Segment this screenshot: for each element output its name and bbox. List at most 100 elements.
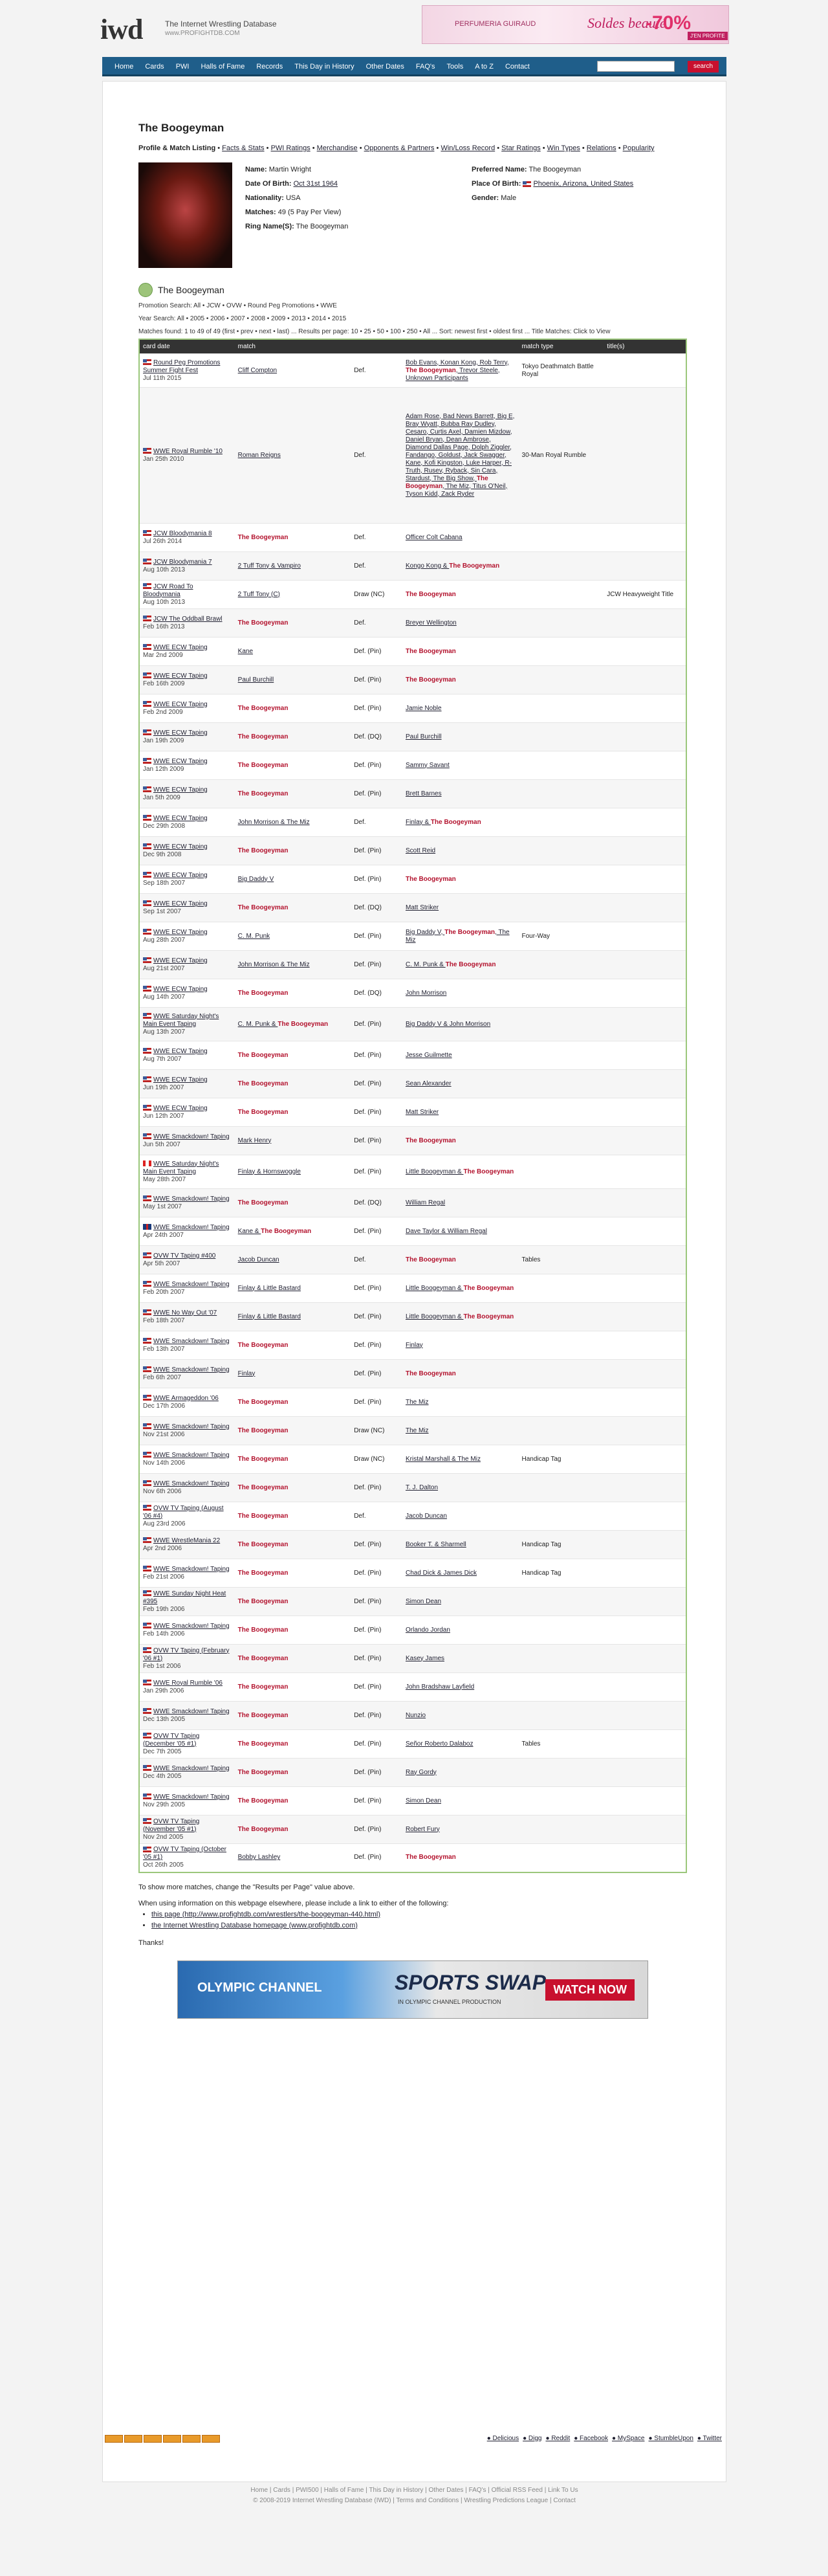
card-link[interactable]: WWE ECW Taping xyxy=(153,1076,208,1083)
wrestler-link[interactable]: Kristal Marshall & The Miz xyxy=(406,1456,481,1463)
page-link[interactable]: this page (http://www.profightdb.com/wre… xyxy=(151,1911,380,1918)
wrestler-link[interactable]: Chad Dick & James Dick xyxy=(406,1570,477,1577)
pob-link[interactable]: Phoenix, Arizona, United States xyxy=(533,180,633,188)
wrestler-link[interactable]: Bob Evans, Konan Kong, Rob Terry, xyxy=(406,359,509,366)
wrestler-link[interactable]: Finlay & Little Bastard xyxy=(238,1285,301,1292)
wrestler-link[interactable]: Jamie Noble xyxy=(406,705,442,712)
card-link[interactable]: WWE Armageddon '06 xyxy=(153,1395,219,1402)
wrestler-link[interactable]: Orlando Jordan xyxy=(406,1627,450,1634)
nav-item[interactable]: This Day in History xyxy=(289,57,360,76)
nav-item[interactable]: PWI xyxy=(170,57,195,76)
card-link[interactable]: WWE ECW Taping xyxy=(153,786,208,794)
social-link[interactable]: ● Delicious xyxy=(487,2435,519,2442)
bottom-ad[interactable]: OLYMPIC CHANNEL SPORTS SWAP IN OLYMPIC C… xyxy=(177,1960,648,2019)
card-link[interactable]: WWE Smackdown! Taping xyxy=(153,1281,230,1288)
card-link[interactable]: WWE Smackdown! Taping xyxy=(153,1765,230,1772)
wrestler-link[interactable]: Cliff Compton xyxy=(238,367,277,374)
wrestler-link[interactable]: Simon Dean xyxy=(406,1598,441,1605)
card-link[interactable]: WWE Saturday Night's Main Event Taping xyxy=(143,1160,219,1175)
nav-item[interactable]: Tools xyxy=(441,57,470,76)
nav-item[interactable]: A to Z xyxy=(469,57,499,76)
card-link[interactable]: WWE ECW Taping xyxy=(153,701,208,708)
wrestler-link[interactable]: Kasey James xyxy=(406,1655,444,1662)
nav-item[interactable]: FAQ's xyxy=(410,57,441,76)
card-link[interactable]: WWE Smackdown! Taping xyxy=(153,1566,230,1573)
nav-item[interactable]: Cards xyxy=(139,57,169,76)
dob-link[interactable]: Oct 31st 1964 xyxy=(294,180,338,188)
wrestler-link[interactable]: John Morrison & The Miz xyxy=(238,961,310,968)
wrestler-link[interactable]: Little Boogeyman & xyxy=(406,1285,464,1292)
wrestler-link[interactable]: Robert Fury xyxy=(406,1826,440,1833)
col-card-date[interactable]: card date xyxy=(139,339,235,354)
wrestler-link[interactable]: Jesse Guilmette xyxy=(406,1052,452,1059)
wrestler-link[interactable]: Bobby Lashley xyxy=(238,1854,281,1861)
wrestler-link[interactable]: Matt Striker xyxy=(406,904,439,911)
card-link[interactable]: WWE Saturday Night's Main Event Taping xyxy=(143,1013,219,1028)
footer-links[interactable]: Home | Cards | PWI500 | Halls of Fame | … xyxy=(102,2485,726,2496)
search-input[interactable] xyxy=(597,61,675,72)
wrestler-link[interactable]: Kane & xyxy=(238,1228,261,1235)
card-link[interactable]: WWE Smackdown! Taping xyxy=(153,1195,230,1203)
card-link[interactable]: OVW TV Taping (December '05 #1) xyxy=(143,1733,199,1748)
wrestler-link[interactable]: Sean Alexander xyxy=(406,1080,452,1087)
wrestler-link[interactable]: Dave Taylor & William Regal xyxy=(406,1228,487,1235)
wrestler-link[interactable]: Finlay xyxy=(406,1342,423,1349)
card-link[interactable]: WWE Smackdown! Taping xyxy=(153,1224,230,1231)
card-link[interactable]: WWE ECW Taping xyxy=(153,644,208,651)
wrestler-link[interactable]: Little Boogeyman & xyxy=(406,1168,464,1175)
badge-icon[interactable] xyxy=(124,2435,142,2443)
promotion-search[interactable]: Promotion Search: All • JCW • OVW • Roun… xyxy=(138,300,695,313)
card-link[interactable]: JCW Bloodymania 8 xyxy=(153,530,212,537)
wrestler-link[interactable]: 2 Tuff Tony (C) xyxy=(238,591,280,598)
col-match-type[interactable]: match type xyxy=(519,339,604,354)
wrestler-link[interactable]: C. M. Punk & xyxy=(238,1021,278,1028)
wrestler-link[interactable]: Little Boogeyman & xyxy=(406,1313,464,1320)
badge-icon[interactable] xyxy=(105,2435,123,2443)
wrestler-link[interactable]: C. M. Punk & xyxy=(406,961,446,968)
wrestler-link[interactable]: Finlay & xyxy=(406,819,431,826)
wrestler-link[interactable]: Mark Henry xyxy=(238,1137,272,1144)
matches-found[interactable]: Matches found: 1 to 49 of 49 (first • pr… xyxy=(138,326,695,339)
card-link[interactable]: OVW TV Taping (October '05 #1) xyxy=(143,1846,226,1861)
nav-item[interactable]: Contact xyxy=(499,57,536,76)
wrestler-link[interactable]: Brett Barnes xyxy=(406,790,442,797)
nav-item[interactable]: Other Dates xyxy=(360,57,410,76)
social-link[interactable]: ● StumbleUpon xyxy=(648,2435,693,2442)
profile-link[interactable]: Win/Loss Record xyxy=(441,144,495,152)
card-link[interactable]: JCW Bloodymania 7 xyxy=(153,559,212,566)
wrestler-link[interactable]: Breyer Wellington xyxy=(406,619,457,627)
card-link[interactable]: OVW TV Taping #400 xyxy=(153,1252,215,1260)
wrestler-link[interactable]: Kongo Kong & xyxy=(406,562,449,570)
wrestler-link[interactable]: Paul Burchill xyxy=(238,676,274,683)
wrestler-link[interactable]: William Regal xyxy=(406,1199,445,1206)
wrestler-link[interactable]: 2 Tuff Tony & Vampiro xyxy=(238,562,301,570)
card-link[interactable]: WWE ECW Taping xyxy=(153,957,208,964)
site-logo[interactable]: iwd xyxy=(100,13,143,46)
wrestler-link[interactable]: Roman Reigns xyxy=(238,452,281,459)
wrestler-link[interactable]: John Morrison & The Miz xyxy=(238,819,310,826)
card-link[interactable]: WWE ECW Taping xyxy=(153,986,208,993)
badge-icon[interactable] xyxy=(163,2435,181,2443)
wrestler-link[interactable]: Kane xyxy=(238,648,253,655)
nav-item[interactable]: Records xyxy=(250,57,289,76)
card-link[interactable]: WWE No Way Out '07 xyxy=(153,1309,217,1316)
wrestler-link[interactable]: Jacob Duncan xyxy=(406,1513,447,1520)
profile-link[interactable]: Win Types xyxy=(547,144,580,152)
wrestler-link[interactable]: Ray Gordy xyxy=(406,1769,437,1776)
profile-link[interactable]: Merchandise xyxy=(317,144,358,152)
wrestler-link[interactable]: Finlay & Hornswoggle xyxy=(238,1168,301,1175)
card-link[interactable]: OVW TV Taping (November '05 #1) xyxy=(143,1818,199,1833)
banner-ad[interactable]: PERFUMERIA GUIRAUD Soldes beauté -70% J'… xyxy=(422,5,729,44)
card-link[interactable]: WWE WrestleMania 22 xyxy=(153,1537,220,1544)
year-search[interactable]: Year Search: All • 2005 • 2006 • 2007 • … xyxy=(138,313,695,326)
wrestler-link[interactable]: Scott Reid xyxy=(406,847,435,854)
card-link[interactable]: Round Peg Promotions Summer Fight Fest xyxy=(143,359,220,374)
wrestler-link[interactable]: Big Daddy V & John Morrison xyxy=(406,1021,490,1028)
wrestler-link[interactable]: Sammy Savant xyxy=(406,762,450,769)
card-link[interactable]: WWE ECW Taping xyxy=(153,872,208,879)
social-link[interactable]: ● Digg xyxy=(523,2435,541,2442)
wrestler-link[interactable]: Finlay xyxy=(238,1370,256,1377)
wrestler-link[interactable]: Jacob Duncan xyxy=(238,1256,279,1263)
social-link[interactable]: ● Twitter xyxy=(697,2435,722,2442)
nav-item[interactable]: Home xyxy=(109,57,139,76)
